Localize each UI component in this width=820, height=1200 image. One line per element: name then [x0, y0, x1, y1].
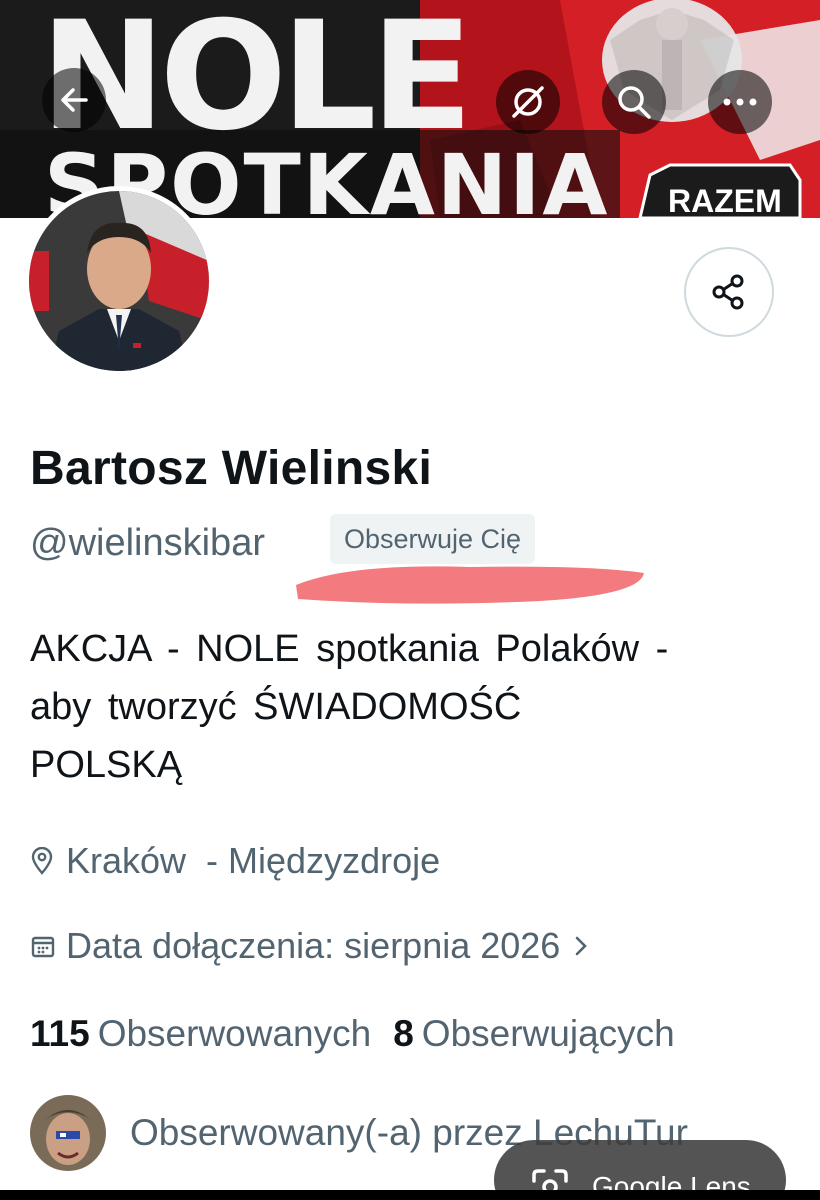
- bio-line: POLSKĄ: [30, 744, 183, 786]
- profile-location: Kraków - Międzyzdroje: [30, 840, 440, 882]
- followers-count: 8: [393, 1013, 414, 1054]
- following-count: 115: [30, 1013, 90, 1054]
- more-icon: [723, 98, 757, 106]
- back-button[interactable]: [42, 68, 106, 132]
- followers-link[interactable]: 8 Obserwujących: [393, 1013, 675, 1055]
- chevron-right-icon: [574, 935, 588, 957]
- followers-label: Obserwujących: [421, 1013, 675, 1054]
- profile-joined-date[interactable]: Data dołączenia: sierpnia 2026: [30, 925, 588, 967]
- calendar-icon: [30, 933, 62, 959]
- location-pin-icon: [30, 847, 62, 875]
- following-label: Obserwowanych: [97, 1013, 372, 1054]
- share-icon: [712, 274, 744, 310]
- redaction-mark: [296, 566, 644, 604]
- search-button[interactable]: [602, 70, 666, 134]
- profile-bio: AKCJA - NOLE spotkania Polaków - aby two…: [30, 620, 790, 794]
- svg-text:RAZEM: RAZEM: [668, 183, 782, 218]
- follow-stats: 115 Obserwowanych 8 Obserwujących: [30, 1013, 697, 1055]
- avatar-image: [29, 191, 209, 371]
- profile-avatar[interactable]: [24, 186, 214, 376]
- follower-avatar: [30, 1095, 106, 1171]
- grok-icon: [512, 86, 544, 118]
- profile-handle: @wielinskibar: [30, 522, 265, 564]
- more-options-button[interactable]: [708, 70, 772, 134]
- following-link[interactable]: 115 Obserwowanych: [30, 1013, 371, 1055]
- system-nav-bar: [0, 1190, 820, 1200]
- joined-text: Data dołączenia: sierpnia 2026: [66, 925, 561, 966]
- location-text: Kraków - Międzyzdroje: [66, 840, 441, 881]
- display-name: Bartosz Wielinski: [30, 442, 433, 495]
- search-icon: [618, 86, 651, 119]
- share-button[interactable]: [684, 247, 774, 337]
- grok-button[interactable]: [496, 70, 560, 134]
- arrow-left-icon: [61, 88, 88, 112]
- bio-line: AKCJA - NOLE spotkania Polaków -: [30, 628, 669, 670]
- bio-line: aby tworzyć ŚWIADOMOŚĆ: [30, 686, 522, 728]
